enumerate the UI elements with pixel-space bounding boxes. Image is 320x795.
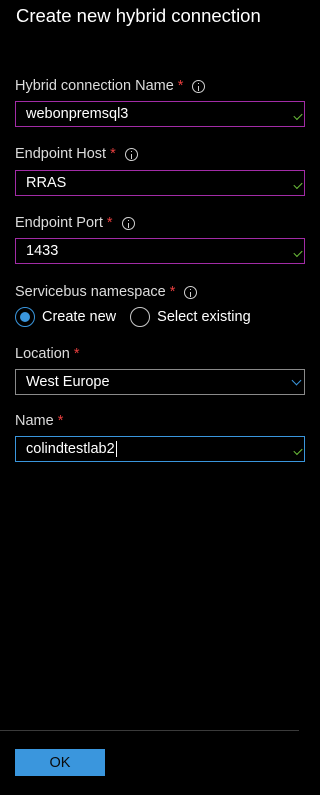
- location-label: Location *: [15, 346, 79, 362]
- text-caret: [115, 441, 117, 457]
- hybrid-name-input[interactable]: webonpremsql3: [15, 101, 305, 127]
- ok-button[interactable]: OK: [15, 749, 105, 776]
- blade-title: Create new hybrid connection: [16, 5, 261, 26]
- servicebus-label-text: Servicebus namespace: [15, 284, 166, 300]
- info-icon[interactable]: [192, 79, 206, 93]
- required-marker: *: [110, 146, 116, 162]
- hybrid-name-label-text: Hybrid connection Name: [15, 78, 174, 94]
- footer-divider: [0, 730, 299, 731]
- servicebus-radio-group: Create new Select existing: [15, 307, 265, 327]
- name-label-text: Name: [15, 413, 54, 429]
- endpoint-host-label: Endpoint Host *: [15, 146, 138, 162]
- endpoint-host-input[interactable]: RRAS: [15, 170, 305, 196]
- select-existing-radio[interactable]: [130, 307, 151, 327]
- endpoint-host-value: RRAS: [26, 175, 67, 191]
- check-icon: [293, 110, 303, 121]
- required-marker: *: [169, 284, 176, 300]
- required-marker: *: [57, 413, 64, 429]
- name-value: colindtestlab2: [26, 441, 115, 457]
- endpoint-host-label-text: Endpoint Host: [15, 146, 107, 162]
- required-marker: *: [106, 215, 113, 231]
- hybrid-name-label: Hybrid connection Name *: [15, 78, 206, 94]
- name-label: Name *: [15, 413, 63, 429]
- chevron-down-icon: [291, 375, 302, 386]
- location-label-text: Location: [15, 346, 70, 362]
- required-marker: *: [73, 346, 80, 362]
- servicebus-label: Servicebus namespace *: [15, 284, 198, 300]
- select-existing-label[interactable]: Select existing: [157, 309, 251, 325]
- location-value: West Europe: [26, 374, 110, 390]
- info-icon[interactable]: [121, 216, 135, 230]
- check-icon: [293, 445, 303, 456]
- info-icon[interactable]: [124, 147, 138, 161]
- name-input[interactable]: colindtestlab2: [15, 436, 305, 462]
- hybrid-name-value: webonpremsql3: [26, 106, 129, 122]
- endpoint-port-label: Endpoint Port *: [15, 215, 135, 231]
- endpoint-port-input[interactable]: 1433: [15, 238, 305, 264]
- location-dropdown[interactable]: West Europe: [15, 369, 305, 395]
- create-hybrid-connection-blade: Create new hybrid connection Hybrid conn…: [0, 0, 305, 795]
- endpoint-port-value: 1433: [26, 243, 59, 259]
- endpoint-port-label-text: Endpoint Port: [15, 215, 103, 231]
- create-new-label[interactable]: Create new: [42, 309, 116, 325]
- check-icon: [293, 247, 303, 258]
- check-icon: [293, 179, 303, 190]
- create-new-radio[interactable]: [15, 307, 35, 327]
- info-icon[interactable]: [184, 285, 198, 299]
- required-marker: *: [177, 78, 184, 94]
